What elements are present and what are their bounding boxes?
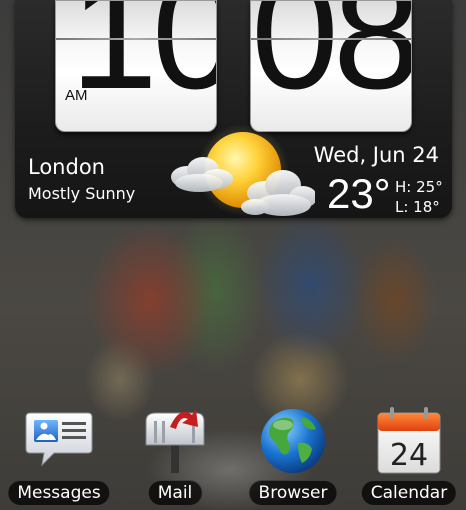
weather-condition: Mostly Sunny: [28, 184, 136, 203]
high-temperature: H: 25°: [395, 178, 443, 196]
browser-app[interactable]: Browser: [238, 405, 348, 510]
current-temperature: 23°: [327, 170, 391, 217]
ampm-indicator: AM: [65, 87, 88, 104]
weather-city: London: [28, 155, 105, 179]
messages-label: Messages: [7, 480, 111, 506]
messages-icon: [25, 412, 93, 467]
minute-flip-card[interactable]: 08: [250, 0, 412, 132]
calendar-day: 24: [390, 438, 428, 473]
calendar-icon: 24: [377, 407, 441, 474]
calendar-label: Calendar: [360, 480, 458, 506]
weather-date: Wed, Jun 24: [313, 143, 439, 167]
hour-digits: 10: [70, 0, 216, 122]
messages-app[interactable]: Messages: [4, 405, 114, 510]
mail-label: Mail: [147, 480, 203, 506]
minute-digits: 08: [251, 0, 412, 122]
browser-label: Browser: [248, 480, 338, 506]
hour-flip-card[interactable]: 10 AM: [55, 0, 217, 132]
mailbox-icon: [145, 409, 205, 473]
mail-app[interactable]: Mail: [120, 405, 230, 510]
sun-cloud-icon: [171, 125, 315, 216]
low-temperature: L: 18°: [395, 198, 440, 216]
clock-weather-widget[interactable]: 10 AM 08 London Mostly Sunny: [15, 0, 452, 218]
calendar-app[interactable]: 24 Calendar: [354, 405, 464, 510]
globe-icon: [261, 409, 325, 473]
